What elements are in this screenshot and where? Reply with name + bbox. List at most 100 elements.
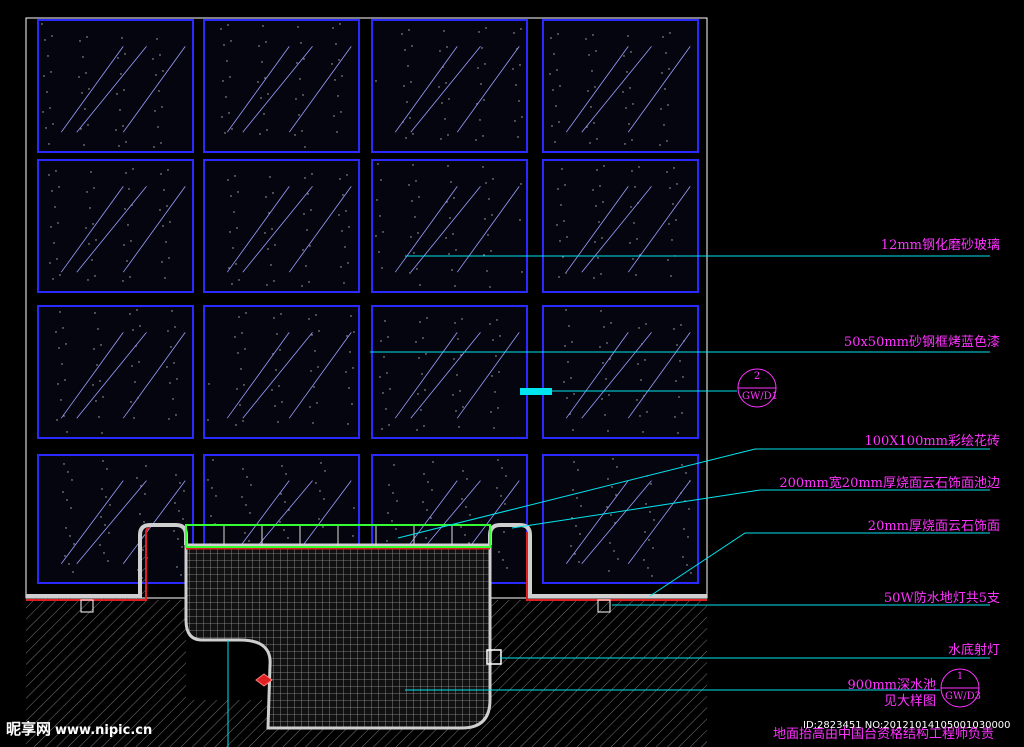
glass-speckle bbox=[324, 470, 326, 472]
glass-speckle bbox=[420, 409, 422, 411]
glass-speckle bbox=[88, 88, 90, 90]
glass-speckle bbox=[241, 332, 243, 334]
glass-speckle bbox=[438, 86, 440, 88]
glass-speckle bbox=[601, 237, 603, 239]
glass-speckle bbox=[261, 61, 263, 63]
glass-speckle bbox=[563, 220, 565, 222]
glass-speckle bbox=[257, 81, 259, 83]
glass-speckle bbox=[299, 78, 301, 80]
callout-underwater-light: 水底射灯 bbox=[947, 643, 1000, 658]
glass-speckle bbox=[227, 24, 229, 26]
glass-speckle bbox=[615, 494, 617, 496]
glass-speckle bbox=[352, 367, 354, 369]
glass-speckle bbox=[639, 415, 641, 417]
glass-speckle bbox=[235, 263, 237, 265]
glass-speckle bbox=[638, 166, 640, 168]
glass-speckle bbox=[579, 533, 581, 535]
callout-glass: 12mm钢化磨砂玻璃 bbox=[880, 238, 1000, 253]
glass-speckle bbox=[462, 406, 464, 408]
glass-speckle bbox=[490, 411, 492, 413]
glass-speckle bbox=[566, 397, 568, 399]
glass-speckle bbox=[296, 62, 298, 64]
glass-speckle bbox=[169, 382, 171, 384]
glass-speckle bbox=[664, 88, 666, 90]
glass-speckle bbox=[499, 335, 501, 337]
glass-speckle bbox=[409, 272, 411, 274]
glass-speckle bbox=[159, 209, 161, 211]
glass-speckle bbox=[415, 180, 417, 182]
glass-speckle bbox=[169, 221, 171, 223]
glass-speckle bbox=[117, 57, 119, 59]
glass-speckle bbox=[505, 475, 507, 477]
callout-see-detail: 见大样图 bbox=[883, 694, 936, 709]
glass-speckle bbox=[636, 399, 638, 401]
glass-speckle bbox=[406, 101, 408, 103]
glass-speckle bbox=[212, 459, 214, 461]
glass-speckle bbox=[387, 512, 389, 514]
glass-speckle bbox=[671, 239, 673, 241]
glass-speckle bbox=[563, 381, 565, 383]
glass-speckle bbox=[680, 324, 682, 326]
glass-speckle bbox=[266, 284, 268, 286]
glass-speckle bbox=[301, 130, 303, 132]
glass-speckle bbox=[613, 550, 615, 552]
glass-speckle bbox=[331, 63, 333, 65]
glass-speckle bbox=[589, 142, 591, 144]
glass-speckle bbox=[227, 179, 229, 181]
glass-speckle bbox=[85, 227, 87, 229]
glass-speckle bbox=[492, 178, 494, 180]
glass-speckle bbox=[60, 399, 62, 401]
glass-speckle bbox=[668, 223, 670, 225]
glass-speckle bbox=[454, 322, 456, 324]
glass-speckle bbox=[235, 424, 237, 426]
glass-speckle bbox=[381, 428, 383, 430]
glass-speckle bbox=[389, 388, 391, 390]
glass-speckle bbox=[676, 183, 678, 185]
glass-speckle bbox=[377, 163, 379, 165]
glass-speckle bbox=[51, 190, 53, 192]
glass-speckle bbox=[341, 75, 343, 77]
glass-speckle bbox=[404, 49, 406, 51]
detail-ref-2-number: 2 bbox=[753, 371, 761, 382]
glass-speckle bbox=[561, 168, 563, 170]
glass-speckle bbox=[221, 116, 223, 118]
glass-speckle bbox=[572, 489, 574, 491]
glass-speckle bbox=[600, 310, 602, 312]
glass-speckle bbox=[580, 505, 582, 507]
glass-speckle bbox=[480, 83, 482, 85]
glass-speckle bbox=[250, 484, 252, 486]
glass-speckle bbox=[136, 477, 138, 479]
glass-speckle bbox=[138, 361, 140, 363]
glass-speckle bbox=[419, 321, 421, 323]
glass-speckle bbox=[103, 552, 105, 554]
glass-speckle bbox=[161, 106, 163, 108]
glass-speckle bbox=[388, 484, 390, 486]
glass-speckle bbox=[153, 146, 155, 148]
glass-speckle bbox=[249, 512, 251, 514]
glass-speckle bbox=[63, 463, 65, 465]
glass-speckle bbox=[585, 38, 587, 40]
glass-speckle bbox=[280, 313, 282, 315]
glass-speckle bbox=[662, 36, 664, 38]
glass-speckle bbox=[222, 80, 224, 82]
glass-speckle bbox=[109, 504, 111, 506]
glass-speckle bbox=[223, 44, 225, 46]
glass-speckle bbox=[594, 86, 596, 88]
glass-speckle bbox=[237, 191, 239, 193]
glass-speckle bbox=[158, 90, 160, 92]
glass-speckle bbox=[568, 325, 570, 327]
detail-ref-1-number: 1 bbox=[956, 671, 964, 682]
glass-speckle bbox=[95, 400, 97, 402]
glass-speckle bbox=[281, 465, 283, 467]
glass-speckle bbox=[102, 460, 104, 462]
glass-speckle bbox=[629, 87, 631, 89]
glass-speckle bbox=[119, 109, 121, 111]
glass-speckle bbox=[307, 193, 309, 195]
glass-speckle bbox=[521, 116, 523, 118]
glass-speckle bbox=[384, 320, 386, 322]
glass-speckle bbox=[309, 406, 311, 408]
glass-speckle bbox=[380, 340, 382, 342]
glass-speckle bbox=[164, 277, 166, 279]
callout-frame: 50x50mm砂钢框烤蓝色漆 bbox=[843, 335, 1000, 350]
glass-speckle bbox=[342, 194, 344, 196]
